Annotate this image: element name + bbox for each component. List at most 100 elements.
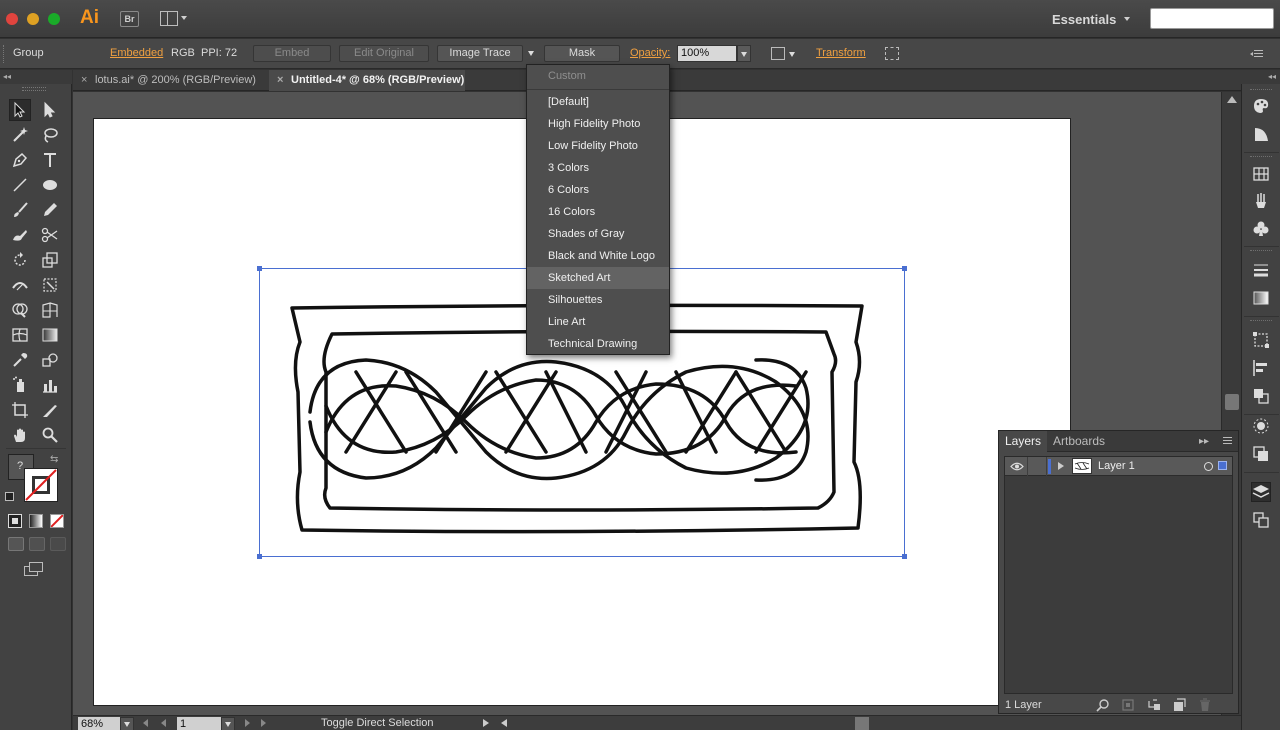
- collapse-panel-icon[interactable]: ▸▸: [1199, 436, 1209, 447]
- resize-handle[interactable]: [257, 554, 262, 559]
- symbol-sprayer-tool[interactable]: [9, 374, 31, 396]
- menu-item-low-fidelity-photo[interactable]: Low Fidelity Photo: [527, 135, 669, 157]
- layers-list[interactable]: Layer 1: [1004, 456, 1233, 694]
- arrange-documents-button[interactable]: [160, 11, 188, 27]
- workspace-switcher[interactable]: Essentials: [1052, 12, 1116, 27]
- panel-grip[interactable]: [1250, 89, 1272, 92]
- close-tab-icon[interactable]: ×: [81, 70, 87, 91]
- image-trace-presets-dropdown-icon[interactable]: [528, 51, 534, 56]
- menu-item-line-art[interactable]: Line Art: [527, 311, 669, 333]
- align-panel-button[interactable]: [1251, 358, 1271, 378]
- expand-layer-icon[interactable]: [1058, 462, 1064, 470]
- dock-collapse-button[interactable]: ◂◂: [1241, 70, 1280, 84]
- artboard-dropdown[interactable]: [221, 717, 235, 730]
- pencil-tool[interactable]: [39, 199, 61, 221]
- tab-untitled-4-document[interactable]: × Untitled-4* @ 68% (RGB/Preview): [269, 70, 465, 91]
- isolate-group-icon[interactable]: [885, 47, 899, 60]
- opacity-dropdown[interactable]: [737, 45, 751, 62]
- blend-tool[interactable]: [39, 349, 61, 371]
- brushes-panel-button[interactable]: [1251, 191, 1271, 211]
- menu-item-black-and-white-logo[interactable]: Black and White Logo: [527, 245, 669, 267]
- lasso-tool[interactable]: [39, 124, 61, 146]
- gradient-mode-button[interactable]: [29, 514, 43, 528]
- draw-behind-button[interactable]: [29, 537, 45, 551]
- chevron-down-icon[interactable]: [789, 52, 795, 57]
- status-menu-arrow-icon[interactable]: [483, 719, 489, 727]
- opacity-link[interactable]: Opacity:: [630, 47, 670, 59]
- image-trace-button[interactable]: Image Trace: [437, 45, 523, 62]
- draw-inside-button[interactable]: [50, 537, 66, 551]
- horizontal-scroll-thumb[interactable]: [855, 717, 869, 730]
- opacity-input[interactable]: 100%: [677, 45, 737, 62]
- graphic-styles-panel-button[interactable]: [1251, 444, 1271, 464]
- delete-layer-button[interactable]: [1197, 697, 1213, 713]
- edit-original-button[interactable]: Edit Original: [339, 45, 429, 62]
- gradient-panel-button[interactable]: [1251, 288, 1271, 308]
- panel-grip[interactable]: [1250, 156, 1272, 159]
- ellipse-tool[interactable]: [39, 174, 61, 196]
- column-graph-tool[interactable]: [39, 374, 61, 396]
- layer-selection-indicator[interactable]: [1218, 461, 1227, 470]
- zoom-tool[interactable]: [39, 424, 61, 446]
- width-tool[interactable]: [9, 274, 31, 296]
- symbols-panel-button[interactable]: [1251, 219, 1271, 239]
- control-panel-menu-icon[interactable]: [1250, 49, 1264, 59]
- locate-object-button[interactable]: [1095, 697, 1111, 713]
- tab-layers[interactable]: Layers: [999, 431, 1048, 452]
- layers-panel-button[interactable]: [1251, 482, 1271, 502]
- default-fill-stroke-icon[interactable]: [5, 492, 14, 501]
- draw-normal-button[interactable]: [8, 537, 24, 551]
- line-segment-tool[interactable]: [9, 174, 31, 196]
- zoom-dropdown[interactable]: [120, 717, 134, 730]
- none-mode-button[interactable]: [50, 514, 64, 528]
- window-minimize-button[interactable]: [27, 13, 39, 25]
- artboard-tool[interactable]: [9, 399, 31, 421]
- panel-menu-icon[interactable]: [1219, 435, 1233, 447]
- tab-lotus-document[interactable]: × lotus.ai* @ 200% (RGB/Preview): [73, 70, 267, 91]
- screen-mode-button[interactable]: [24, 562, 44, 576]
- stroke-panel-button[interactable]: [1251, 260, 1271, 280]
- direct-selection-tool[interactable]: [39, 99, 61, 121]
- create-new-layer-button[interactable]: [1171, 697, 1187, 713]
- last-artboard-icon[interactable]: [261, 719, 266, 727]
- first-artboard-icon[interactable]: [143, 719, 148, 727]
- transform-link[interactable]: Transform: [816, 47, 866, 59]
- perspective-grid-tool[interactable]: [39, 299, 61, 321]
- magic-wand-tool[interactable]: [9, 124, 31, 146]
- lock-toggle[interactable]: [1027, 457, 1047, 476]
- menu-item-silhouettes[interactable]: Silhouettes: [527, 289, 669, 311]
- scale-tool[interactable]: [39, 249, 61, 271]
- next-artboard-icon[interactable]: [245, 719, 250, 727]
- resize-handle[interactable]: [902, 554, 907, 559]
- layer-name[interactable]: Layer 1: [1098, 460, 1135, 472]
- panel-grip[interactable]: [1250, 320, 1272, 323]
- scroll-up-arrow-icon[interactable]: [1227, 96, 1237, 103]
- shape-builder-tool[interactable]: [9, 299, 31, 321]
- menu-item-technical-drawing[interactable]: Technical Drawing: [527, 333, 669, 355]
- artboards-panel-button[interactable]: [1251, 510, 1271, 530]
- zoom-level-input[interactable]: 68%: [78, 717, 120, 730]
- search-input[interactable]: [1150, 8, 1274, 29]
- blob-brush-tool[interactable]: [9, 224, 31, 246]
- color-mode-button[interactable]: [8, 514, 22, 528]
- hand-tool[interactable]: [9, 424, 31, 446]
- create-sublayer-button[interactable]: [1146, 697, 1162, 713]
- tab-artboards[interactable]: Artboards: [1047, 431, 1111, 452]
- close-tab-icon[interactable]: ×: [277, 70, 283, 91]
- resize-handle[interactable]: [257, 266, 262, 271]
- menu-item-high-fidelity-photo[interactable]: High Fidelity Photo: [527, 113, 669, 135]
- panel-grip[interactable]: [22, 87, 46, 91]
- swap-fill-stroke-icon[interactable]: ⇆: [50, 454, 58, 465]
- menu-item-default[interactable]: [Default]: [527, 91, 669, 113]
- menu-item-sketched-art[interactable]: Sketched Art: [527, 267, 669, 289]
- tools-collapse-button[interactable]: ◂◂: [0, 70, 72, 84]
- pathfinder-panel-button[interactable]: [1251, 386, 1271, 406]
- artboard-number-input[interactable]: 1: [177, 717, 221, 730]
- menu-item-shades-of-gray[interactable]: Shades of Gray: [527, 223, 669, 245]
- transform-panel-button[interactable]: [1251, 330, 1271, 350]
- swatches-panel-button[interactable]: [1251, 164, 1271, 184]
- layer-row[interactable]: Layer 1: [1005, 457, 1232, 476]
- paintbrush-tool[interactable]: [9, 199, 31, 221]
- rotate-tool[interactable]: [9, 249, 31, 271]
- make-clipping-mask-button[interactable]: [1120, 697, 1136, 713]
